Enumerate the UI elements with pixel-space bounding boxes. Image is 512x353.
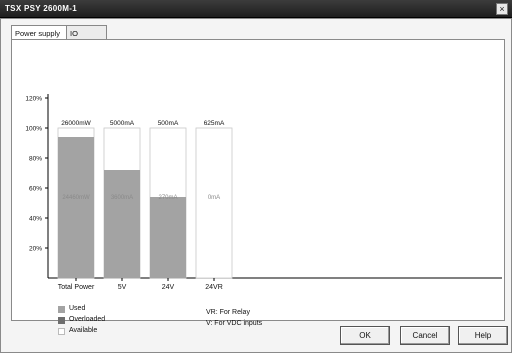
- y-tick-label: 20%: [29, 246, 42, 253]
- bar-used: [150, 197, 186, 278]
- y-tick-label: 100%: [25, 126, 42, 133]
- dialog-buttons: OK Cancel Help: [0, 326, 512, 348]
- legend-overloaded-label: Overloaded: [69, 316, 106, 323]
- tab-io-label: IO: [70, 29, 78, 38]
- bar-used-label: 0mA: [208, 195, 220, 201]
- x-tick-label: Total Power: [58, 284, 95, 291]
- bar-capacity-label: 26000mW: [61, 120, 91, 127]
- title-bar: TSX PSY 2600M-1 ×: [0, 0, 512, 18]
- bar-used-label: 270mA: [158, 195, 177, 201]
- legend-used-label: Used: [69, 305, 86, 312]
- window-title: TSX PSY 2600M-1: [5, 4, 77, 13]
- cancel-button[interactable]: Cancel: [400, 326, 450, 345]
- bar-used-label: 24460mW: [62, 195, 90, 201]
- bar-capacity-label: 500mA: [158, 120, 179, 127]
- y-tick-label: 80%: [29, 156, 42, 163]
- power-budget-chart: 20% 40% 60% 80% 100% 120% 26000mW 24460mW Total …: [25, 94, 502, 291]
- note-relay: VR: For Relay: [206, 309, 250, 316]
- y-tick-label: 40%: [29, 216, 42, 223]
- tab-io[interactable]: IO: [67, 25, 107, 40]
- help-button[interactable]: Help: [458, 326, 508, 345]
- y-tick-label: 60%: [29, 186, 42, 193]
- x-tick-label: 5V: [118, 284, 127, 291]
- dialog-body: Power supply IO 20% 40% 60% 80% 100% 120% 2600…: [0, 18, 512, 353]
- tab-power-supply-label: Power supply: [15, 29, 61, 38]
- legend-overloaded-swatch: [58, 317, 65, 324]
- y-tick-label: 120%: [25, 96, 42, 103]
- close-button[interactable]: ×: [496, 3, 508, 15]
- x-tick-label: 24V: [162, 284, 175, 291]
- bar-used-label: 3600mA: [111, 195, 133, 201]
- bar-available: [195, 127, 233, 279]
- bar-capacity-label: 5000mA: [110, 120, 135, 127]
- legend-used-swatch: [58, 306, 65, 313]
- x-tick-label: 24VR: [205, 284, 223, 291]
- power-supply-panel: 20% 40% 60% 80% 100% 120% 26000mW 24460mW Total …: [11, 39, 505, 335]
- bar-capacity-label: 625mA: [204, 120, 225, 127]
- tab-power-supply[interactable]: Power supply: [11, 25, 67, 40]
- bar-used: [58, 137, 94, 278]
- ok-button[interactable]: OK: [340, 326, 390, 345]
- bar-used: [104, 170, 140, 278]
